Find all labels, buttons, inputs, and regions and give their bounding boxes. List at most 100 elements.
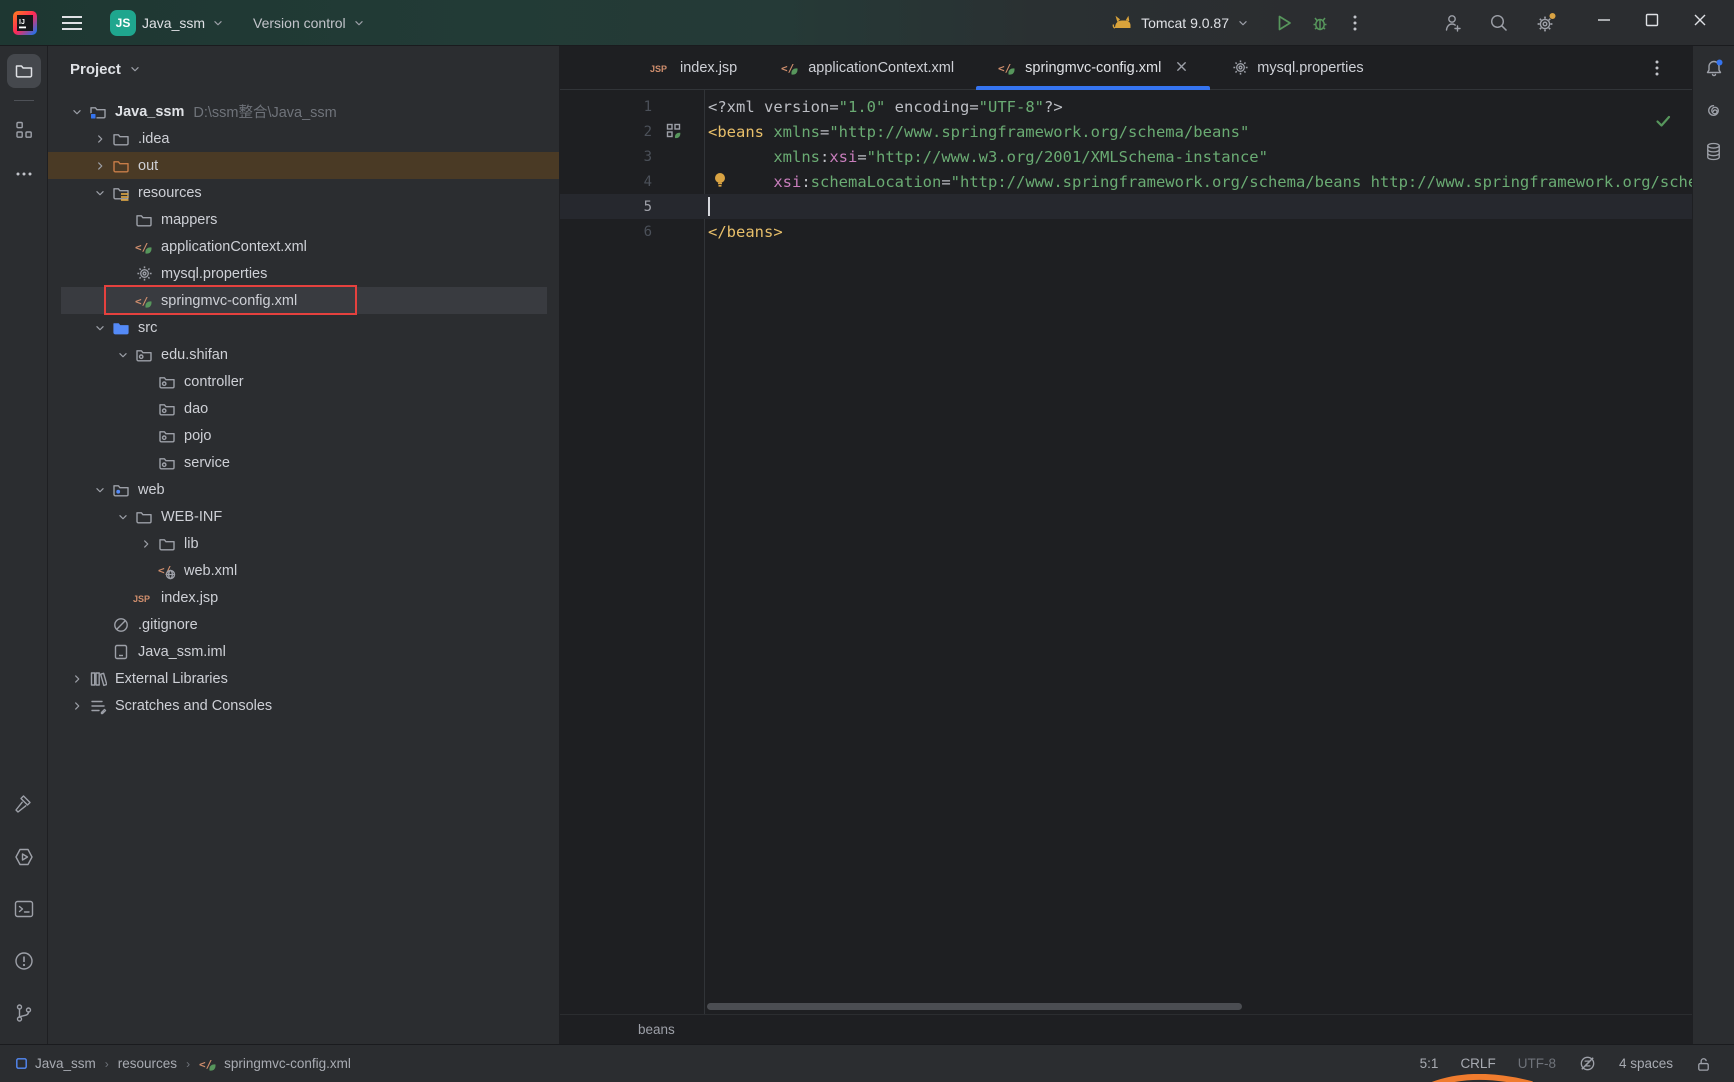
tree-item-dao[interactable]: dao bbox=[48, 395, 559, 422]
build-tool-button[interactable] bbox=[7, 788, 41, 822]
gitignore-icon bbox=[112, 616, 130, 634]
minimize-button[interactable] bbox=[1580, 4, 1628, 41]
chevron-down-icon[interactable] bbox=[93, 321, 107, 335]
iml-icon bbox=[112, 643, 130, 661]
tab-mysql.properties[interactable]: mysql.properties bbox=[1210, 46, 1385, 89]
project-panel-header[interactable]: Project bbox=[48, 46, 559, 92]
chevron-right-icon[interactable] bbox=[139, 537, 153, 551]
code-line-5[interactable]: 5 bbox=[560, 194, 1692, 219]
search-everywhere-button[interactable] bbox=[1480, 6, 1518, 40]
vcs-widget[interactable]: Version control bbox=[245, 9, 374, 37]
code-editor[interactable]: 1<?xml version="1.0" encoding="UTF-8"?>2… bbox=[560, 90, 1692, 1014]
intention-lightbulb-icon[interactable] bbox=[712, 171, 728, 189]
settings-button[interactable] bbox=[1526, 5, 1566, 41]
run-button[interactable] bbox=[1266, 7, 1302, 39]
tree-item-pojo[interactable]: pojo bbox=[48, 422, 559, 449]
chevron-right-icon[interactable] bbox=[93, 132, 107, 146]
chevron-down-icon[interactable] bbox=[70, 105, 84, 119]
breadcrumb-Java_ssm[interactable]: Java_ssm bbox=[14, 1056, 96, 1071]
breadcrumb-beans[interactable]: beans bbox=[638, 1022, 675, 1037]
tree-item-src[interactable]: src bbox=[48, 314, 559, 341]
project-tool-button[interactable] bbox=[7, 54, 41, 88]
chevron-down-icon[interactable] bbox=[116, 348, 130, 362]
code-line-3[interactable]: 3 xmlns:xsi="http://www.w3.org/2001/XMLS… bbox=[560, 144, 1692, 169]
chevron-right-icon[interactable] bbox=[70, 672, 84, 686]
tree-item-WEB-INF[interactable]: WEB-INF bbox=[48, 503, 559, 530]
tree-item-.gitignore[interactable]: .gitignore bbox=[48, 611, 559, 638]
tree-item-out[interactable]: out bbox=[48, 152, 559, 179]
main-menu-button[interactable] bbox=[52, 7, 92, 39]
tree-item-applicationContext.xml[interactable]: </applicationContext.xml bbox=[48, 233, 559, 260]
notifications-bell-icon[interactable] bbox=[1703, 58, 1725, 80]
tree-item-label: controller bbox=[184, 374, 244, 390]
tree-item-web[interactable]: web bbox=[48, 476, 559, 503]
tree-item-edu.shifan[interactable]: edu.shifan bbox=[48, 341, 559, 368]
left-toolbar bbox=[0, 46, 48, 1044]
breadcrumb-resources[interactable]: resources bbox=[118, 1056, 177, 1071]
tree-item-Scratches-and-Consoles[interactable]: Scratches and Consoles bbox=[48, 692, 559, 719]
tree-item-mappers[interactable]: mappers bbox=[48, 206, 559, 233]
lock-open-icon[interactable] bbox=[1695, 1055, 1712, 1073]
project-tree: Java_ssmD:\ssm整合\Java_ssm.ideaoutresourc… bbox=[48, 92, 559, 719]
tree-item-service[interactable]: service bbox=[48, 449, 559, 476]
services-tool-button[interactable] bbox=[7, 840, 41, 874]
close-button[interactable] bbox=[1676, 4, 1724, 41]
tree-item-controller[interactable]: controller bbox=[48, 368, 559, 395]
tab-applicationContext.xml[interactable]: </applicationContext.xml bbox=[759, 46, 976, 89]
status-breadcrumbs: Java_ssm›resources›</springmvc-config.xm… bbox=[14, 1055, 351, 1073]
tree-item-Java_ssm.iml[interactable]: Java_ssm.iml bbox=[48, 638, 559, 665]
editor-breadcrumb-bar: beans bbox=[560, 1014, 1692, 1044]
tree-item-springmvc-config.xml[interactable]: </springmvc-config.xml bbox=[61, 287, 547, 314]
file-encoding[interactable]: UTF-8 bbox=[1518, 1056, 1556, 1071]
code-line-2[interactable]: 2<beans xmlns="http://www.springframewor… bbox=[560, 119, 1692, 144]
tab-label: applicationContext.xml bbox=[808, 60, 954, 76]
tree-item-mysql.properties[interactable]: mysql.properties bbox=[48, 260, 559, 287]
code-line-4[interactable]: 4 xsi:schemaLocation="http://www.springf… bbox=[560, 169, 1692, 194]
toolbar-divider bbox=[14, 100, 34, 101]
indent-setting[interactable]: 4 spaces bbox=[1619, 1056, 1673, 1071]
ai-assistant-icon[interactable] bbox=[1703, 100, 1724, 121]
highlighting-level-icon[interactable] bbox=[1578, 1054, 1597, 1073]
tree-item-web.xml[interactable]: </web.xml bbox=[48, 557, 559, 584]
chevron-down-icon[interactable] bbox=[93, 483, 107, 497]
spring-bean-gutter-icon[interactable] bbox=[666, 123, 683, 140]
debug-button[interactable] bbox=[1302, 7, 1338, 39]
folder-out-icon bbox=[112, 157, 130, 175]
tree-item-.idea[interactable]: .idea bbox=[48, 125, 559, 152]
more-tool-windows-button[interactable] bbox=[7, 157, 41, 191]
code-with-me-button[interactable] bbox=[1434, 6, 1472, 40]
close-tab-icon[interactable] bbox=[1175, 60, 1188, 76]
code-line-6[interactable]: 6</beans> bbox=[560, 219, 1692, 244]
tab-index.jsp[interactable]: JSPindex.jsp bbox=[628, 46, 759, 89]
chevron-right-icon[interactable] bbox=[70, 699, 84, 713]
breadcrumb-label: Java_ssm bbox=[35, 1056, 96, 1071]
tab-options-kebab-icon[interactable] bbox=[1648, 58, 1666, 78]
tree-item-label: pojo bbox=[184, 428, 211, 444]
chevron-down-icon[interactable] bbox=[116, 510, 130, 524]
tree-item-resources[interactable]: resources bbox=[48, 179, 559, 206]
project-widget[interactable]: JS Java_ssm bbox=[102, 4, 233, 42]
structure-tool-button[interactable] bbox=[7, 113, 41, 147]
git-tool-button[interactable] bbox=[7, 996, 41, 1030]
code-text: xmlns:xsi="http://www.w3.org/2001/XMLSch… bbox=[708, 148, 1692, 166]
run-configuration-widget[interactable]: Tomcat 9.0.87 bbox=[1104, 9, 1258, 37]
tree-item-lib[interactable]: lib bbox=[48, 530, 559, 557]
breadcrumb-springmvc-config.xml[interactable]: </springmvc-config.xml bbox=[199, 1055, 351, 1073]
chevron-right-icon[interactable] bbox=[93, 159, 107, 173]
code-line-1[interactable]: 1<?xml version="1.0" encoding="UTF-8"?> bbox=[560, 94, 1692, 119]
more-actions-button[interactable] bbox=[1338, 7, 1372, 39]
maximize-button[interactable] bbox=[1628, 4, 1676, 41]
tree-item-External-Libraries[interactable]: External Libraries bbox=[48, 665, 559, 692]
tree-item-label: web bbox=[138, 482, 165, 498]
breadcrumb-separator: › bbox=[186, 1057, 190, 1071]
caret-position[interactable]: 5:1 bbox=[1420, 1056, 1439, 1071]
problems-tool-button[interactable] bbox=[7, 944, 41, 978]
terminal-tool-button[interactable] bbox=[7, 892, 41, 926]
tree-item-Java_ssm[interactable]: Java_ssmD:\ssm整合\Java_ssm bbox=[48, 98, 559, 125]
database-icon[interactable] bbox=[1703, 141, 1724, 162]
tab-springmvc-config.xml[interactable]: </springmvc-config.xml bbox=[976, 46, 1210, 89]
chevron-down-icon[interactable] bbox=[93, 186, 107, 200]
tree-item-index.jsp[interactable]: JSPindex.jsp bbox=[48, 584, 559, 611]
horizontal-scrollbar[interactable] bbox=[707, 1003, 1242, 1010]
line-separator[interactable]: CRLF bbox=[1460, 1056, 1495, 1071]
